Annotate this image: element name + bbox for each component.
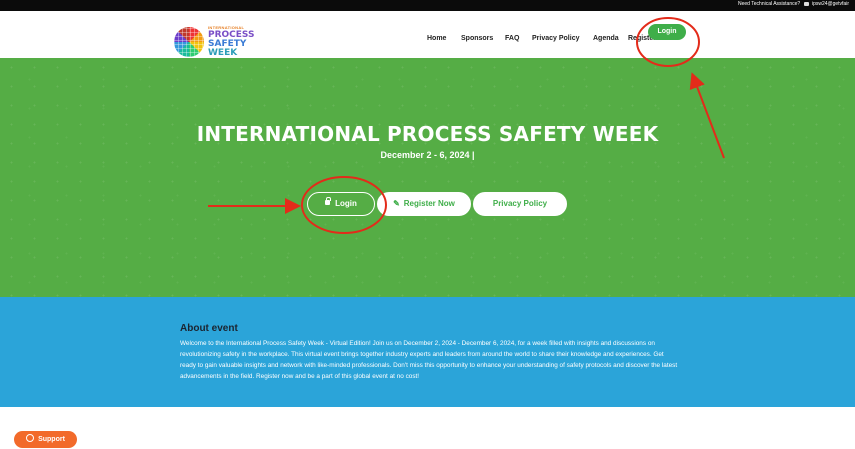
chat-icon	[26, 434, 35, 443]
event-title: INTERNATIONAL PROCESS SAFETY WEEK	[196, 122, 659, 146]
globe-logo-icon	[174, 27, 204, 57]
logo-word-week: WEEK	[208, 48, 238, 58]
hero-login-label: Login	[335, 199, 357, 208]
pencil-icon: ✎	[393, 199, 400, 208]
support-label: Support	[38, 436, 65, 443]
nav-privacy-policy[interactable]: Privacy Policy	[532, 35, 579, 42]
nav-faq[interactable]: FAQ	[505, 35, 519, 42]
assistance-text: Need Technical Assistance?	[738, 1, 801, 7]
hero-button-group: Login ✎ Register Now Privacy Policy	[307, 192, 567, 216]
privacy-policy-label: Privacy Policy	[492, 199, 548, 208]
tech-assistance: Need Technical Assistance? ipsw24@getvfa…	[738, 1, 849, 7]
register-now-label: Register Now	[403, 199, 455, 208]
nav-home[interactable]: Home	[427, 35, 446, 42]
hero-login-button[interactable]: Login	[307, 192, 375, 216]
about-title: About event	[180, 323, 238, 334]
top-bar: Need Technical Assistance? ipsw24@getvfa…	[0, 0, 855, 11]
about-section: About event Welcome to the International…	[0, 297, 855, 407]
lock-icon	[325, 197, 332, 206]
register-now-button[interactable]: ✎ Register Now	[377, 192, 471, 216]
support-email-link[interactable]: ipsw24@getvfair	[812, 1, 849, 7]
support-button[interactable]: Support	[14, 431, 77, 448]
event-date: December 2 - 6, 2024 |	[380, 150, 475, 160]
about-description: Welcome to the International Process Saf…	[180, 340, 678, 380]
mail-icon	[803, 1, 809, 6]
nav-sponsors[interactable]: Sponsors	[461, 35, 493, 42]
nav-login-button[interactable]: Login	[648, 24, 686, 40]
nav-agenda[interactable]: Agenda	[593, 35, 619, 42]
hero-banner: INTERNATIONAL PROCESS SAFETY WEEK Decemb…	[0, 58, 855, 297]
privacy-policy-button[interactable]: Privacy Policy	[473, 192, 567, 216]
